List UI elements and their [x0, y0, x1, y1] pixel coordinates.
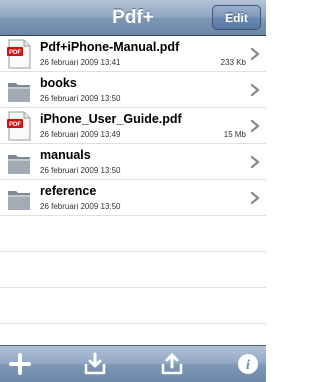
file-date: 26 februari 2009 13:41: [40, 58, 121, 67]
file-row-pdf[interactable]: PDF Pdf+iPhone-Manual.pdf 26 februari 20…: [0, 36, 266, 72]
edit-button[interactable]: Edit: [212, 5, 261, 30]
folder-row[interactable]: books 26 februari 2009 13:50: [0, 72, 266, 108]
folder-row[interactable]: manuals 26 februari 2009 13:50: [0, 144, 266, 180]
file-date: 26 februari 2009 13:49: [40, 130, 121, 139]
file-date: 26 februari 2009 13:50: [40, 94, 121, 103]
file-name: books: [40, 76, 77, 90]
file-row-pdf[interactable]: PDF iPhone_User_Guide.pdf 26 februari 20…: [0, 108, 266, 144]
folder-icon: [8, 191, 30, 210]
chevron-right-icon: [250, 84, 260, 96]
bottom-toolbar: i: [0, 345, 266, 382]
chevron-right-icon: [250, 156, 260, 168]
file-size: 15 Mb: [223, 130, 246, 139]
file-size: 233 Kb: [220, 58, 246, 67]
file-name: manuals: [40, 148, 91, 162]
chevron-right-icon: [250, 48, 260, 60]
svg-text:PDF: PDF: [9, 122, 21, 128]
pdf-file-icon: PDF: [7, 111, 31, 141]
file-name: Pdf+iPhone-Manual.pdf: [40, 40, 180, 54]
folder-row[interactable]: reference 26 februari 2009 13:50: [0, 180, 266, 216]
empty-row: [0, 288, 266, 324]
chevron-right-icon: [250, 120, 260, 132]
folder-icon: [8, 83, 30, 102]
tray-download-icon[interactable]: [83, 352, 107, 376]
svg-text:i: i: [246, 358, 250, 373]
nav-bar: Pdf+ Edit: [0, 0, 266, 36]
svg-text:PDF: PDF: [9, 50, 21, 56]
file-date: 26 februari 2009 13:50: [40, 166, 121, 175]
folder-icon: [8, 155, 30, 174]
pdf-file-icon: PDF: [7, 39, 31, 69]
tray-upload-icon[interactable]: [160, 352, 184, 376]
chevron-right-icon: [250, 192, 260, 204]
empty-row: [0, 252, 266, 288]
file-name: reference: [40, 184, 97, 198]
file-name: iPhone_User_Guide.pdf: [40, 112, 182, 126]
info-icon[interactable]: i: [236, 352, 260, 376]
plus-icon[interactable]: [8, 352, 32, 376]
empty-row: [0, 216, 266, 252]
file-date: 26 februari 2009 13:50: [40, 202, 121, 211]
file-list: PDF Pdf+iPhone-Manual.pdf 26 februari 20…: [0, 36, 266, 324]
